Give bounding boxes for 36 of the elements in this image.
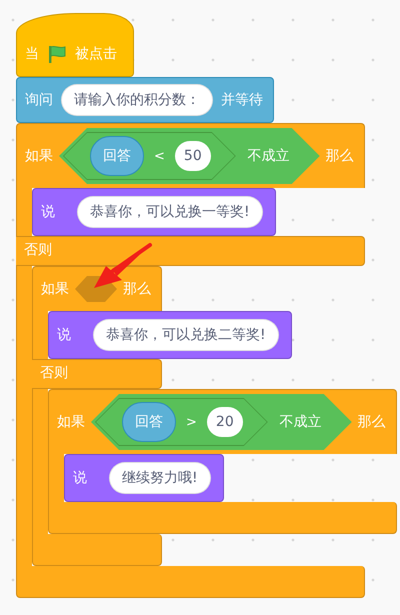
not-operator-block[interactable]: 回答 > 20 不成立 bbox=[91, 394, 352, 450]
block-label: 不成立 bbox=[248, 147, 290, 165]
operator-symbol: > bbox=[186, 414, 197, 430]
text-input[interactable]: 恭喜你，可以兑换二等奖! bbox=[93, 319, 279, 351]
block-label: 不成立 bbox=[280, 413, 322, 431]
not-operator-block[interactable]: 回答 < 50 不成立 bbox=[59, 128, 320, 184]
block-label: 说 bbox=[73, 469, 87, 487]
block-label: 如果 bbox=[41, 280, 69, 298]
block-label: 说 bbox=[57, 326, 71, 344]
say-block[interactable]: 说 继续努力哦! bbox=[64, 454, 224, 502]
if-block-header[interactable]: 如果 回答 < 50 不成立 那么 bbox=[16, 123, 365, 188]
say-block[interactable]: 说 恭喜你，可以兑换一等奖! bbox=[32, 188, 276, 236]
operator-symbol: < bbox=[154, 148, 165, 164]
block-label: 说 bbox=[41, 203, 55, 221]
block-label: 否则 bbox=[24, 241, 52, 259]
comparison-block[interactable]: 回答 < 50 bbox=[63, 132, 236, 180]
block-label: 被点击 bbox=[75, 44, 117, 62]
block-label: 如果 bbox=[25, 147, 53, 165]
comparison-block[interactable]: 回答 > 20 bbox=[95, 398, 268, 446]
number-input[interactable]: 20 bbox=[206, 407, 243, 437]
flag-icon bbox=[47, 44, 67, 64]
if-block-header[interactable]: 如果 回答 > 20 不成立 那么 bbox=[48, 389, 397, 454]
ask-block[interactable]: 询问 请输入你的积分数： 并等待 bbox=[16, 77, 274, 123]
block-label: 那么 bbox=[358, 413, 386, 431]
block-label: 当 bbox=[25, 44, 39, 62]
number-input[interactable]: 50 bbox=[174, 141, 211, 171]
text-input[interactable]: 请输入你的积分数： bbox=[61, 84, 213, 116]
block-label: 那么 bbox=[326, 147, 354, 165]
block-label: 否则 bbox=[40, 364, 68, 382]
text-input[interactable]: 继续努力哦! bbox=[109, 462, 211, 494]
block-label: 询问 bbox=[25, 91, 53, 109]
say-block[interactable]: 说 恭喜你，可以兑换二等奖! bbox=[48, 311, 292, 359]
text-input[interactable]: 恭喜你，可以兑换一等奖! bbox=[77, 196, 263, 228]
block-label: 如果 bbox=[57, 413, 85, 431]
block-label: 那么 bbox=[123, 280, 151, 298]
block-label: 并等待 bbox=[221, 91, 263, 109]
